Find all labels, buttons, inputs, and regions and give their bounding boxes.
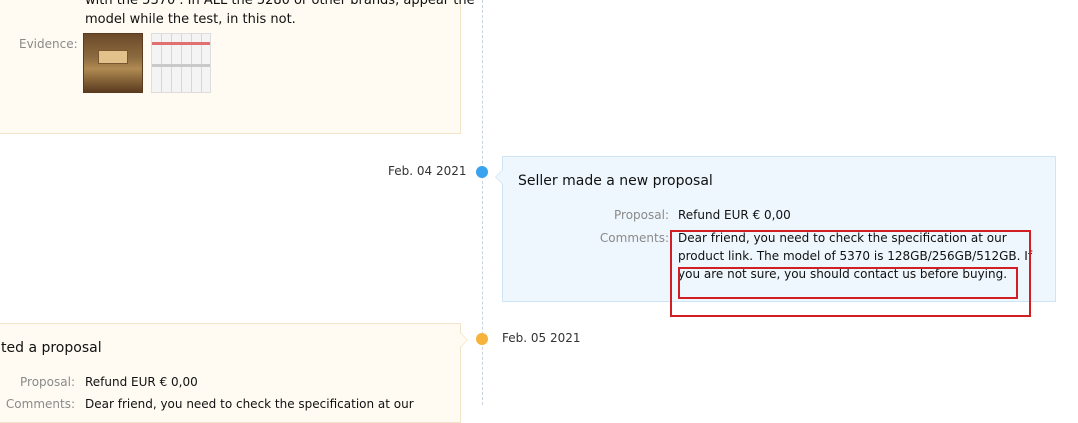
comment-line: Dear friend, you need to check the speci…: [678, 231, 1007, 245]
proposal-title: Seller made a new proposal: [518, 173, 713, 189]
timeline-marker-seller: [476, 166, 488, 178]
buyer-response-card: with the 5370 . In ALL the 5280 or other…: [0, 0, 475, 134]
proposal-value: Refund EUR € 0,00: [678, 208, 791, 222]
proposal-label: Proposal:: [614, 208, 669, 222]
buyer-comment-line: model while the test, in this not.: [85, 12, 296, 27]
comments-label: Comments:: [5, 397, 75, 411]
evidence-thumbnail-device[interactable]: [83, 33, 143, 93]
seller-proposal-card: Seller made a new proposal Proposal: Ref…: [495, 156, 1056, 302]
proposal-label: Proposal:: [20, 375, 75, 389]
timeline-date: Feb. 05 2021: [502, 331, 581, 345]
comment-line: you are not sure, you should contact us …: [678, 267, 1008, 281]
evidence-thumbnail-specs[interactable]: [151, 33, 211, 93]
comments-label: Comments:: [599, 231, 669, 245]
evidence-label: Evidence:: [19, 37, 78, 51]
comment-line: Dear friend, you need to check the speci…: [85, 397, 414, 411]
comment-line: product link. The model of 5370 is 128GB…: [678, 249, 1033, 263]
timeline-marker-buyer: [476, 333, 488, 345]
timeline-date: Feb. 04 2021: [388, 164, 467, 178]
proposal-value: Refund EUR € 0,00: [85, 375, 198, 389]
proposal-title: ted a proposal: [1, 340, 102, 356]
buyer-comment-line: with the 5370 . In ALL the 5280 or other…: [85, 0, 475, 8]
buyer-proposal-card: ted a proposal Proposal: Refund EUR € 0,…: [0, 323, 468, 423]
